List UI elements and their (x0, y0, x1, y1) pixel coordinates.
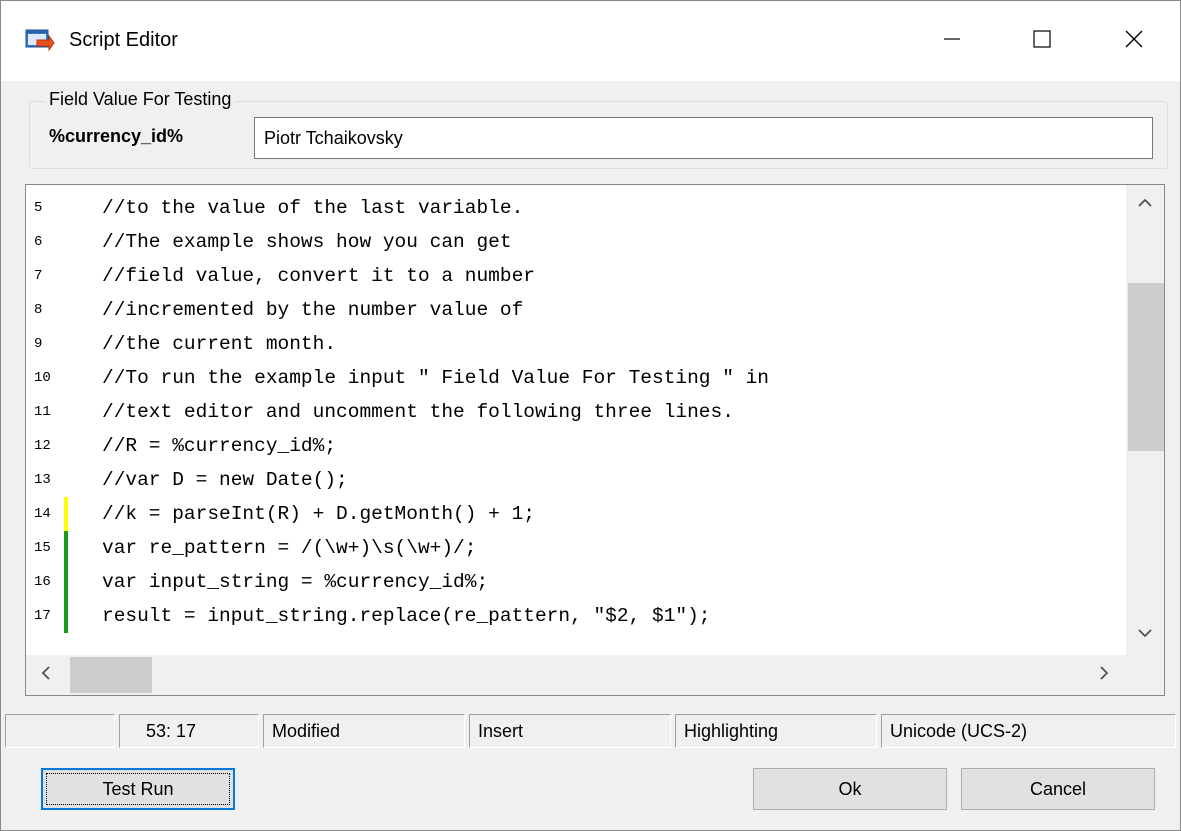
status-encoding: Unicode (UCS-2) (881, 714, 1176, 748)
chevron-down-icon (1137, 626, 1153, 644)
code-line[interactable]: 9 //the current month. (26, 327, 1126, 361)
change-marker (64, 497, 68, 531)
code-text: //k = parseInt(R) + D.getMonth() + 1; (102, 503, 535, 525)
script-editor-window: Script Editor Field Value For Testing %c… (0, 0, 1181, 831)
code-line[interactable]: 10 //To run the example input " Field Val… (26, 361, 1126, 395)
change-marker (64, 531, 68, 565)
cancel-button[interactable]: Cancel (961, 768, 1155, 810)
code-text: var re_pattern = /(\w+)\s(\w+)/; (102, 537, 477, 559)
horizontal-scrollbar[interactable] (26, 655, 1126, 695)
code-text: //To run the example input " Field Value… (102, 367, 770, 389)
chevron-up-icon (1137, 196, 1153, 214)
code-line[interactable]: 13 //var D = new Date(); (26, 463, 1126, 497)
minimize-icon (942, 29, 962, 54)
ok-button[interactable]: Ok (753, 768, 947, 810)
code-text: //incremented by the number value of (102, 299, 524, 321)
minimize-button[interactable] (907, 1, 997, 81)
line-number: 14 (34, 506, 51, 522)
code-text: //text editor and uncomment the followin… (102, 401, 734, 423)
code-line[interactable]: 17 result = input_string.replace(re_patte… (26, 599, 1126, 633)
status-modified: Modified (263, 714, 465, 748)
code-line[interactable]: 8 //incremented by the number value of (26, 293, 1126, 327)
close-button[interactable] (1089, 1, 1179, 81)
line-number: 17 (34, 608, 51, 624)
status-cell-empty (5, 714, 115, 748)
change-marker (64, 565, 68, 599)
code-line[interactable]: 15 var re_pattern = /(\w+)\s(\w+)/; (26, 531, 1126, 565)
chevron-right-icon (1098, 665, 1110, 686)
code-line[interactable]: 7 //field value, convert it to a number (26, 259, 1126, 293)
scroll-down-button[interactable] (1126, 615, 1164, 655)
code-line[interactable]: 6 //The example shows how you can get (26, 225, 1126, 259)
code-text: //to the value of the last variable. (102, 197, 524, 219)
code-line[interactable]: 14 //k = parseInt(R) + D.getMonth() + 1; (26, 497, 1126, 531)
line-number: 12 (34, 438, 51, 454)
status-insert-mode: Insert (469, 714, 671, 748)
code-line[interactable]: 11 //text editor and uncomment the follow… (26, 395, 1126, 429)
script-editor-app-icon (25, 28, 55, 54)
code-text: //R = %currency_id%; (102, 435, 337, 457)
code-text: result = input_string.replace(re_pattern… (102, 605, 711, 627)
vertical-scroll-thumb[interactable] (1128, 283, 1164, 451)
status-highlighting: Highlighting (675, 714, 877, 748)
line-number: 9 (34, 336, 43, 352)
cancel-label: Cancel (1029, 778, 1087, 799)
code-area[interactable]: 5 //to the value of the last variable. 6 //… (26, 185, 1126, 655)
maximize-icon (1032, 29, 1052, 54)
vertical-scrollbar[interactable] (1126, 185, 1164, 655)
maximize-button[interactable] (997, 1, 1087, 81)
line-number: 16 (34, 574, 51, 590)
code-editor[interactable]: 5 //to the value of the last variable. 6 //… (25, 184, 1165, 696)
scrollbar-corner (1126, 655, 1164, 695)
line-number: 5 (34, 200, 43, 216)
close-icon (1124, 29, 1144, 54)
scroll-left-button[interactable] (26, 655, 66, 695)
field-value-input[interactable]: Piotr Tchaikovsky (254, 117, 1153, 159)
scroll-up-button[interactable] (1126, 185, 1164, 225)
horizontal-scroll-thumb[interactable] (70, 657, 152, 693)
window-title: Script Editor (69, 29, 178, 51)
focus-ring (46, 773, 230, 805)
line-number: 8 (34, 302, 43, 318)
code-text: //var D = new Date(); (102, 469, 348, 491)
code-line[interactable]: 16 var input_string = %currency_id%; (26, 565, 1126, 599)
line-number: 15 (34, 540, 51, 556)
groupbox-legend: Field Value For Testing (45, 89, 236, 110)
status-bar: 53: 17 Modified Insert Highlighting Unic… (1, 714, 1180, 748)
line-number: 13 (34, 472, 51, 488)
code-text: //the current month. (102, 333, 337, 355)
chevron-left-icon (40, 665, 52, 686)
line-number: 7 (34, 268, 43, 284)
field-name-label: %currency_id% (49, 126, 184, 146)
code-text: //field value, convert it to a number (102, 265, 535, 287)
line-number: 10 (34, 370, 51, 386)
line-number: 6 (34, 234, 43, 250)
code-line[interactable]: 5 //to the value of the last variable. (26, 191, 1126, 225)
test-run-button[interactable]: Test Run (41, 768, 235, 810)
status-cursor-position: 53: 17 (119, 714, 259, 748)
change-marker (64, 599, 68, 633)
code-line[interactable]: 12 //R = %currency_id%; (26, 429, 1126, 463)
code-text: //The example shows how you can get (102, 231, 512, 253)
line-number: 11 (34, 404, 51, 420)
title-bar[interactable]: Script Editor (1, 1, 1180, 81)
ok-label: Ok (838, 778, 862, 799)
code-text: var input_string = %currency_id%; (102, 571, 489, 593)
scroll-right-button[interactable] (1084, 655, 1124, 695)
